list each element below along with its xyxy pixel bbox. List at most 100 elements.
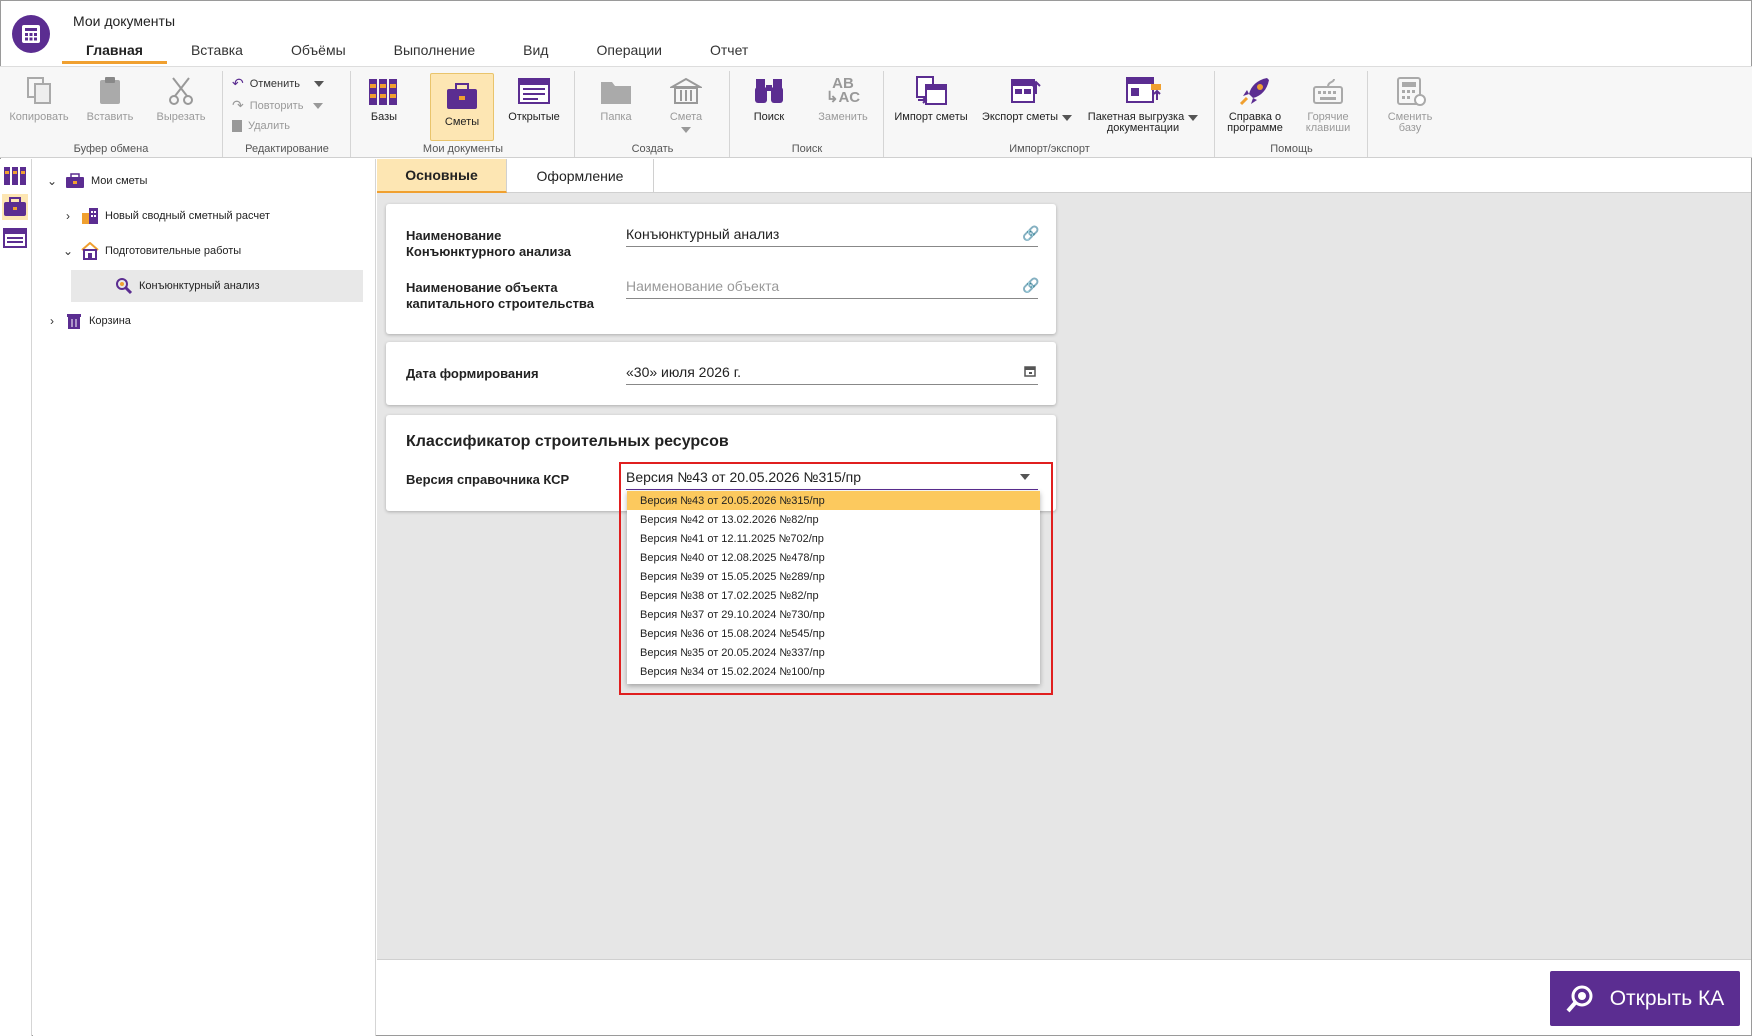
folder-icon — [598, 73, 634, 109]
folder-button[interactable]: Папка — [586, 73, 646, 123]
chevron-down-icon — [314, 80, 324, 87]
undo-icon: ↶ — [232, 75, 244, 91]
export-estimate-button[interactable]: Экспорт сметы — [977, 73, 1077, 123]
strip-open-docs-button[interactable] — [2, 225, 28, 251]
group-label-search: Поиск — [791, 143, 823, 155]
group-help: Справка о программе Горячие клавиши Помо… — [1216, 71, 1368, 157]
open-docs-button[interactable]: Открытые — [502, 73, 566, 123]
trash-icon — [232, 120, 242, 132]
group-create: Папка Смета Создать — [576, 71, 730, 157]
ksr-version-label: Версия справочника КСР — [406, 472, 570, 487]
open-documents-icon — [516, 73, 552, 109]
tree-node-summary[interactable]: › Новый сводный сметный расчет — [61, 200, 270, 232]
tree-node-market-analysis[interactable]: Конъюнктурный анализ — [71, 270, 363, 302]
paste-icon — [92, 73, 128, 109]
trash-icon — [67, 314, 81, 329]
tab-execution[interactable]: Выполнение — [370, 38, 499, 64]
hotkeys-button[interactable]: Горячие клавиши — [1296, 73, 1360, 134]
tab-main[interactable]: Главная — [62, 38, 167, 64]
change-base-button[interactable]: Сменить базу — [1378, 73, 1442, 134]
copy-icon — [21, 73, 57, 109]
tree-node-root[interactable]: ⌄ Мои сметы — [45, 165, 147, 197]
redo-icon: ↷ — [232, 97, 244, 113]
date-field[interactable]: «30» июля 2026 г. — [626, 359, 1038, 385]
tree-node-trash[interactable]: › Корзина — [45, 305, 131, 337]
chevron-down-icon — [1062, 114, 1073, 121]
group-label-clipboard: Буфер обмена — [73, 143, 149, 155]
object-name-field[interactable]: Наименование объекта 🔗 — [626, 273, 1039, 299]
ksr-title: Классификатор строительных ресурсов — [406, 433, 729, 450]
group-label-create: Создать — [631, 143, 674, 155]
tab-basic[interactable]: Основные — [377, 159, 507, 193]
bases-icon — [366, 73, 402, 109]
delete-button[interactable]: Удалить — [232, 120, 290, 132]
about-program-button[interactable]: Справка о программе — [1220, 73, 1290, 134]
panel-tabs: Основные Оформление — [377, 159, 1751, 193]
open-ka-button[interactable]: Открыть КА — [1550, 971, 1740, 1026]
undo-button[interactable]: ↶ Отменить — [232, 75, 324, 92]
replace-button[interactable]: AB ↳AC Заменить — [811, 73, 875, 123]
strip-estimates-button[interactable] — [2, 194, 28, 220]
tab-view[interactable]: Вид — [499, 38, 572, 64]
app-logo-icon[interactable] — [12, 15, 50, 53]
calendar-icon[interactable] — [1022, 364, 1038, 380]
tree-node-preparatory[interactable]: ⌄ Подготовительные работы — [61, 235, 241, 267]
briefcase-icon — [66, 173, 84, 188]
group-label-edit: Редактирование — [245, 143, 329, 155]
copy-button[interactable]: Копировать — [8, 73, 70, 123]
cut-button[interactable]: Вырезать — [150, 73, 212, 123]
batch-export-button[interactable]: Пакетная выгрузка документации — [1083, 73, 1203, 134]
strip-bases-button[interactable] — [2, 163, 28, 189]
panel-footer: Открыть КА — [377, 959, 1751, 1035]
side-strip — [0, 159, 32, 1036]
estimate-create-button[interactable]: Смета — [656, 73, 716, 133]
import-estimate-button[interactable]: Импорт сметы — [891, 73, 971, 123]
chevron-down-icon — [1188, 114, 1199, 121]
building-icon — [668, 73, 704, 109]
chevron-right-icon[interactable]: › — [45, 314, 59, 328]
date-label: Дата формирования — [406, 366, 539, 381]
scissors-icon — [163, 73, 199, 109]
object-name-label: Наименование объекта капитального строите… — [406, 280, 594, 311]
properties-panel: Основные Оформление Наименование Конъюнкт… — [377, 159, 1751, 959]
import-icon — [913, 73, 949, 109]
paste-button[interactable]: Вставить — [80, 73, 140, 123]
group-edit: ↶ Отменить ↷ Повторить Удалить Редактиро… — [224, 71, 351, 157]
group-label-help: Помощь — [1270, 143, 1313, 155]
group-label-my-documents: Мои документы — [422, 143, 504, 155]
chevron-down-icon — [313, 102, 324, 109]
link-icon[interactable]: 🔗 — [1022, 225, 1039, 242]
name-field[interactable]: Конъюнктурный анализ 🔗 — [626, 221, 1039, 247]
open-documents-icon — [3, 228, 27, 248]
chevron-down-icon[interactable]: ⌄ — [45, 174, 59, 188]
calculator-icon — [1392, 73, 1428, 109]
group-my-documents: Базы Сметы Открытые Мои документы — [352, 71, 575, 157]
replace-icon: AB ↳AC — [825, 75, 861, 106]
card-names: Наименование Конъюнктурного анализа Конъю… — [386, 204, 1056, 334]
tab-formatting[interactable]: Оформление — [507, 159, 654, 193]
bases-icon — [4, 167, 26, 185]
app-title: Мои документы — [73, 13, 176, 29]
export-icon — [1009, 73, 1045, 109]
highlight-frame — [619, 462, 1053, 695]
magnifier-icon — [1566, 985, 1593, 1012]
chevron-down-icon[interactable]: ⌄ — [61, 244, 75, 258]
search-button[interactable]: Поиск — [739, 73, 799, 123]
tab-insert[interactable]: Вставка — [167, 38, 267, 64]
briefcase-icon — [4, 197, 26, 216]
chevron-right-icon[interactable]: › — [61, 209, 75, 223]
binoculars-icon — [751, 73, 787, 109]
estimates-button[interactable]: Сметы — [430, 73, 494, 141]
group-import-export: Импорт сметы Экспорт сметы Пакетная выгр… — [885, 71, 1215, 157]
tab-volumes[interactable]: Объёмы — [267, 38, 370, 64]
tab-operations[interactable]: Операции — [572, 38, 686, 64]
bases-button[interactable]: Базы — [362, 73, 406, 123]
card-date: Дата формирования «30» июля 2026 г. — [386, 342, 1056, 405]
link-icon[interactable]: 🔗 — [1022, 277, 1039, 294]
group-clipboard: Копировать Вставить Вырезать Буфер обмен… — [0, 71, 223, 157]
tab-report[interactable]: Отчет — [686, 38, 772, 64]
documents-tree: ⌄ Мои сметы › Новый сводный сметный расч… — [33, 159, 376, 1036]
redo-button[interactable]: ↷ Повторить — [232, 97, 324, 114]
ribbon: Копировать Вставить Вырезать Буфер обмен… — [0, 66, 1752, 158]
group-search: Поиск AB ↳AC Заменить Поиск — [731, 71, 884, 157]
